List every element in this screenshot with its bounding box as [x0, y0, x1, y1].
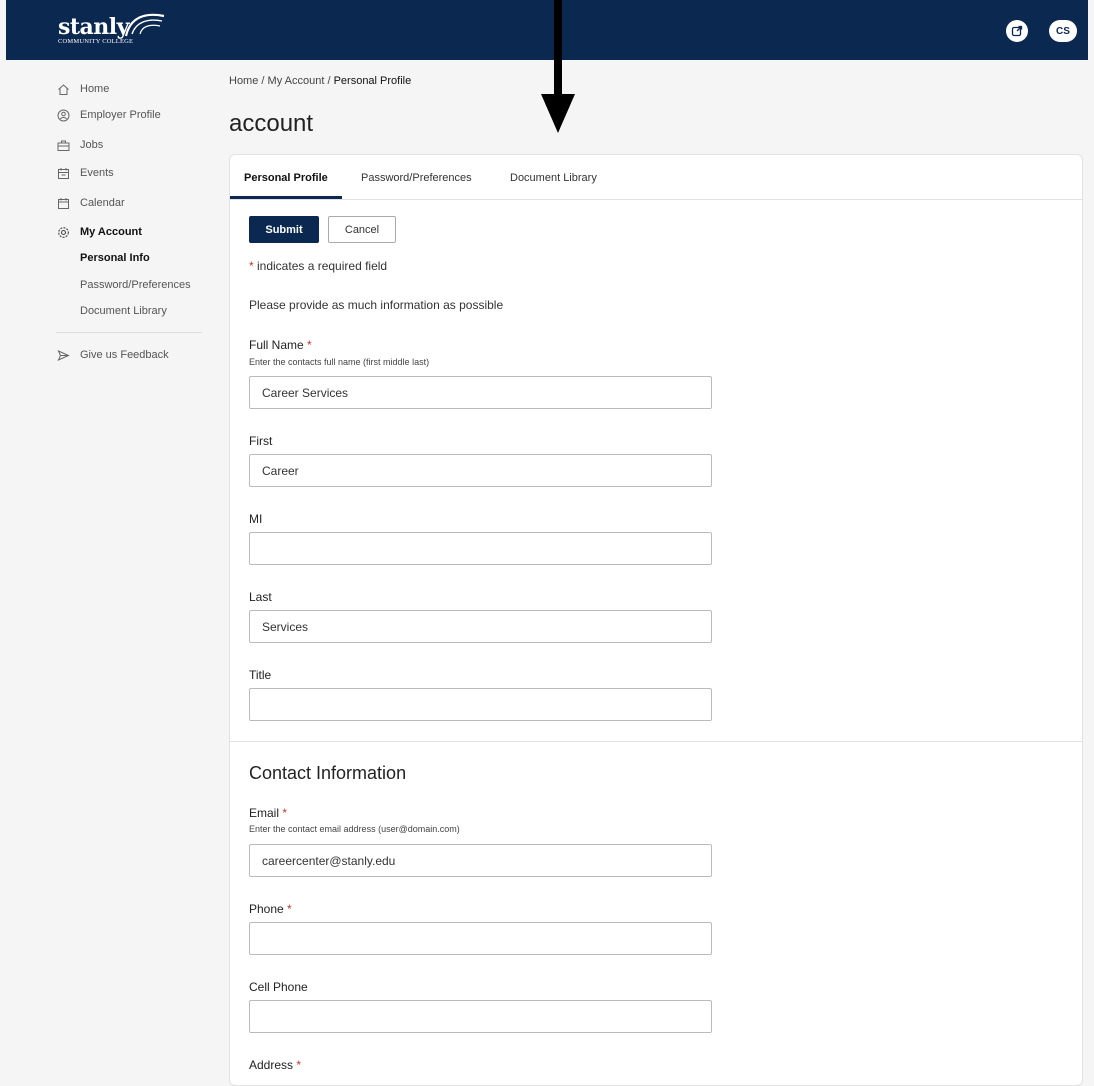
- address-label: Address *: [249, 1058, 301, 1072]
- required-note-text: indicates a required field: [253, 259, 388, 273]
- cancel-button[interactable]: Cancel: [328, 216, 396, 243]
- cell-phone-label: Cell Phone: [249, 980, 308, 994]
- external-link-icon[interactable]: [1006, 20, 1028, 42]
- sidebar-item-label: Employer Profile: [80, 109, 161, 121]
- full-name-help: Enter the contacts full name (first midd…: [249, 357, 430, 367]
- tab-document-library[interactable]: Document Library: [510, 172, 597, 184]
- middle-initial-label: MI: [249, 512, 263, 526]
- stanly-community-college-logo[interactable]: stanly COMMUNITY COLLEGE: [56, 12, 171, 48]
- last-name-field[interactable]: [249, 610, 712, 643]
- section-divider: [230, 741, 1082, 742]
- logo-swoosh-icon: [124, 13, 165, 37]
- address-label-text: Address: [249, 1058, 294, 1072]
- sidebar-item-employer-profile[interactable]: Employer Profile: [56, 106, 161, 124]
- user-avatar[interactable]: CS: [1049, 20, 1077, 42]
- required-star: *: [287, 902, 292, 916]
- active-tab-indicator: [230, 196, 342, 199]
- sidebar-item-jobs[interactable]: Jobs: [56, 136, 103, 154]
- title-label: Title: [249, 668, 272, 682]
- title-field[interactable]: [249, 688, 712, 721]
- first-name-field[interactable]: [249, 454, 712, 487]
- calendar-icon: [56, 196, 70, 210]
- sidebar-divider: [56, 332, 202, 333]
- phone-field[interactable]: [249, 922, 712, 955]
- breadcrumb-separator: /: [261, 75, 265, 87]
- cell-phone-field[interactable]: [249, 1000, 712, 1033]
- submit-button[interactable]: Submit: [249, 216, 319, 243]
- last-name-label: Last: [249, 590, 272, 604]
- first-name-label: First: [249, 434, 273, 448]
- email-label-text: Email: [249, 806, 280, 820]
- send-icon: [56, 348, 70, 362]
- required-field-note: * indicates a required field: [249, 259, 387, 273]
- employer-profile-icon: [56, 108, 70, 122]
- sidebar-subitem-personal-info[interactable]: Personal Info: [80, 252, 150, 264]
- breadcrumb-separator: /: [327, 75, 331, 87]
- gear-icon: [56, 225, 70, 239]
- breadcrumb-current: Personal Profile: [333, 75, 412, 87]
- sidebar-item-feedback[interactable]: Give us Feedback: [56, 346, 169, 364]
- phone-label-text: Phone: [249, 902, 284, 916]
- required-star: *: [296, 1058, 302, 1072]
- events-icon: [56, 166, 70, 180]
- sidebar-item-calendar[interactable]: Calendar: [56, 194, 125, 212]
- sidebar-item-my-account[interactable]: My Account: [56, 223, 142, 241]
- logo-subtext: COMMUNITY COLLEGE: [58, 38, 134, 45]
- sidebar-item-label: Jobs: [80, 139, 104, 151]
- full-name-label: Full Name *: [249, 338, 312, 352]
- sidebar-subitem-password-preferences[interactable]: Password/Preferences: [80, 279, 191, 291]
- sidebar-item-label: Calendar: [80, 197, 125, 209]
- sidebar-item-home[interactable]: Home: [56, 80, 109, 98]
- breadcrumb-my-account[interactable]: My Account: [268, 75, 325, 87]
- tab-password-preferences[interactable]: Password/Preferences: [361, 172, 472, 184]
- sidebar-item-events[interactable]: Events: [56, 164, 114, 182]
- breadcrumb-home[interactable]: Home: [229, 75, 258, 87]
- middle-initial-field[interactable]: [249, 532, 712, 565]
- full-name-field[interactable]: [249, 376, 712, 409]
- sidebar-subitem-document-library[interactable]: Document Library: [80, 305, 167, 317]
- logo-text: stanly: [58, 14, 129, 40]
- sidebar-item-label: Events: [80, 167, 114, 179]
- down-arrow-icon: [541, 0, 575, 133]
- email-help: Enter the contact email address (user@do…: [249, 824, 460, 834]
- tab-bar: Personal Profile Password/Preferences Do…: [230, 155, 1082, 200]
- phone-label: Phone *: [249, 902, 292, 916]
- tab-personal-profile[interactable]: Personal Profile: [244, 172, 328, 184]
- breadcrumb: Home / My Account / Personal Profile: [229, 75, 411, 87]
- sidebar-item-label: My Account: [80, 226, 142, 238]
- email-field[interactable]: [249, 844, 712, 877]
- page-title: account: [229, 110, 314, 137]
- contact-information-heading: Contact Information: [249, 763, 407, 783]
- email-label: Email *: [249, 806, 287, 820]
- required-star: *: [282, 806, 288, 820]
- sidebar-item-label: Give us Feedback: [80, 349, 169, 361]
- briefcase-icon: [56, 138, 70, 152]
- home-icon: [56, 82, 70, 96]
- full-name-label-text: Full Name: [249, 338, 304, 352]
- sidebar-item-label: Home: [80, 83, 110, 95]
- required-star: *: [307, 338, 312, 352]
- info-note: Please provide as much information as po…: [249, 298, 504, 312]
- account-form-card: Personal Profile Password/Preferences Do…: [229, 154, 1083, 1086]
